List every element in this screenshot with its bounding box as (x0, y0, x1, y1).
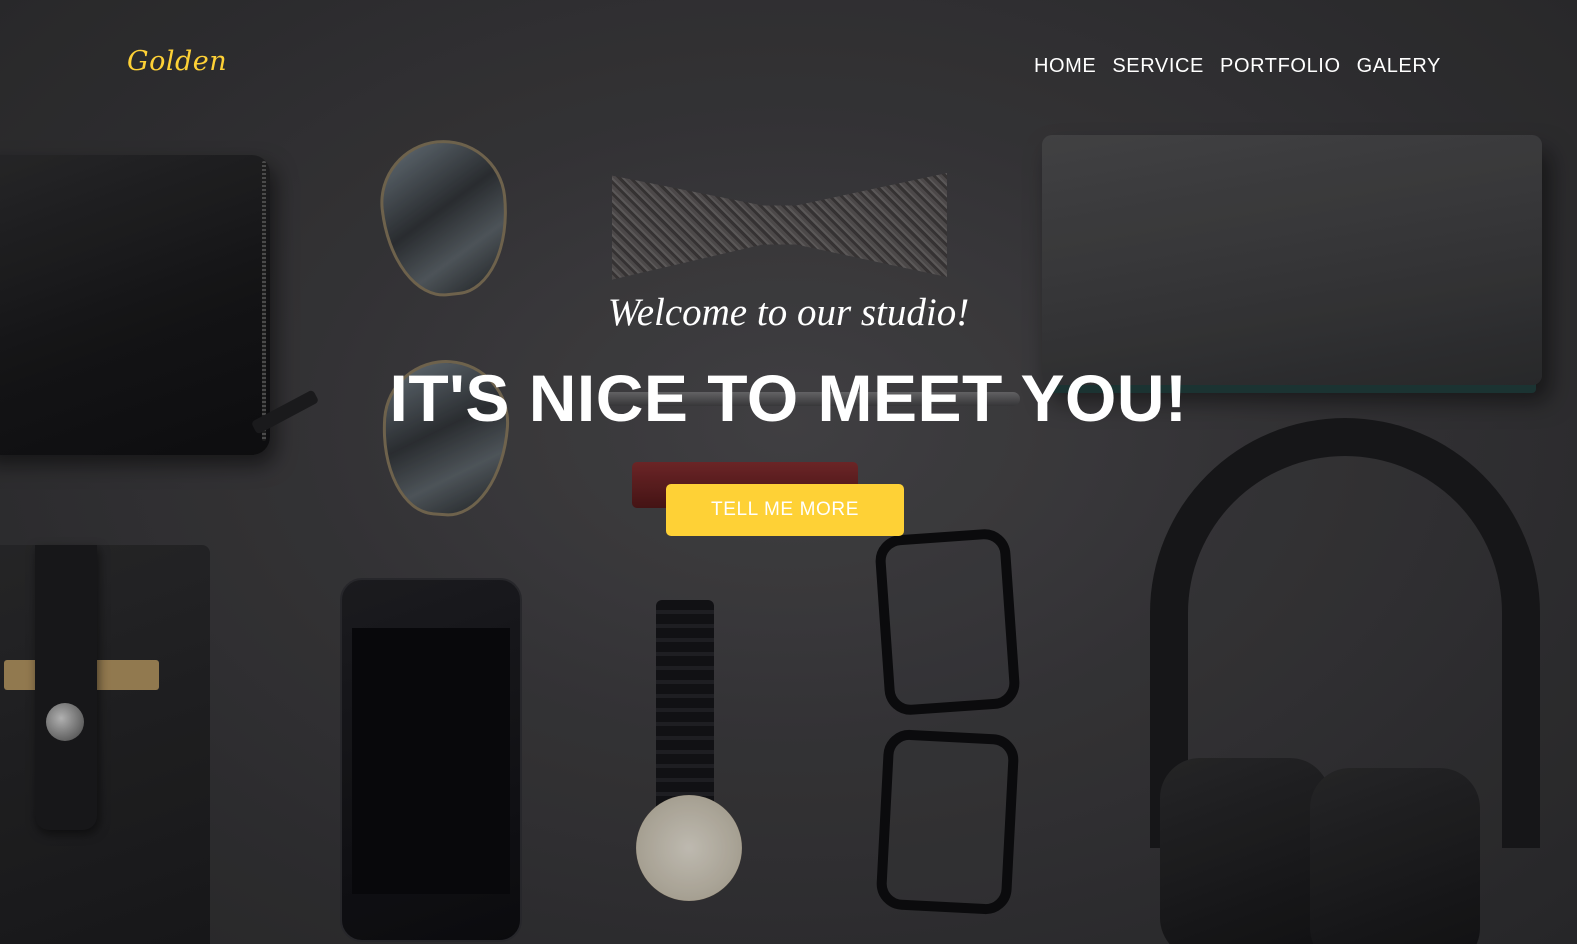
hero-subtitle: Welcome to our studio! (607, 291, 970, 334)
top-navigation: Golden HOME SERVICE PORTFOLIO GALERY (0, 0, 1577, 130)
nav-item-home[interactable]: HOME (1034, 55, 1096, 78)
nav-menu: HOME SERVICE PORTFOLIO GALERY (1034, 55, 1441, 78)
hero-overlay (0, 0, 1577, 944)
nav-item-portfolio[interactable]: PORTFOLIO (1220, 55, 1341, 78)
tell-me-more-button[interactable]: TELL ME MORE (666, 484, 904, 536)
hero-section: Golden HOME SERVICE PORTFOLIO GALERY Wel… (0, 0, 1577, 944)
nav-item-service[interactable]: SERVICE (1112, 55, 1204, 78)
brand-logo[interactable]: Golden (127, 46, 227, 77)
hero-title: IT'S NICE TO MEET YOU! (389, 361, 1188, 435)
nav-item-galery[interactable]: GALERY (1357, 55, 1441, 78)
